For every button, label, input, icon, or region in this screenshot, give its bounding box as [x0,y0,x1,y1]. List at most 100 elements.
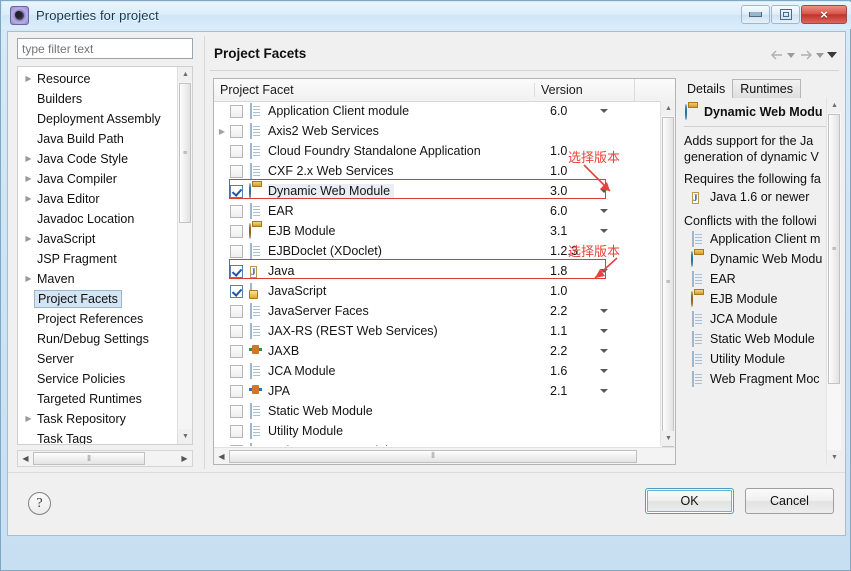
table-row[interactable]: Web Fragment Module 3.0 [214,441,659,446]
version-dropdown-caret-icon[interactable] [600,189,608,193]
expand-arrow-icon[interactable]: ▶ [22,155,35,163]
table-row[interactable]: EJBDoclet (XDoclet) 1.2.3 [214,241,659,261]
sidebar-item-run-debug-settings[interactable]: Run/Debug Settings [18,329,176,349]
facet-checkbox[interactable] [230,324,243,338]
table-horizontal-scrollbar[interactable]: ◀ ⦀ [214,447,675,464]
table-row[interactable]: Cloud Foundry Standalone Application 1.0 [214,141,659,161]
table-row[interactable]: Utility Module [214,421,659,441]
expand-arrow-icon[interactable]: ▶ [22,235,35,243]
facet-checkbox[interactable] [230,224,243,238]
sidebar-item-java-code-style[interactable]: ▶ Java Code Style [18,149,176,169]
facet-checkbox[interactable] [230,424,243,438]
table-hscroll-track[interactable]: ⦀ [229,449,675,464]
version-dropdown-caret-icon[interactable] [600,349,608,353]
table-row[interactable]: CXF 2.x Web Services 1.0 [214,161,659,181]
cancel-button[interactable]: Cancel [745,488,834,514]
tab-details[interactable]: Details [680,79,733,98]
sidebar-item-task-tags[interactable]: Task Tags [18,429,176,444]
facet-checkbox[interactable] [230,264,243,278]
table-hscroll-thumb[interactable]: ⦀ [229,449,637,463]
facet-checkbox[interactable] [230,344,243,358]
table-scroll-down-icon[interactable]: ▼ [661,431,675,446]
table-vertical-scrollbar[interactable]: ▲ ≡ ▼ [660,101,675,447]
table-row[interactable]: Application Client module 6.0 [214,101,659,121]
details-vertical-scrollbar[interactable]: ▲ ≡ ▼ [826,98,841,465]
sidebar-item-maven[interactable]: ▶ Maven [18,269,176,289]
facet-checkbox[interactable] [230,444,243,446]
facet-checkbox[interactable] [230,164,243,178]
expand-arrow-icon[interactable]: ▶ [214,127,230,136]
table-row[interactable]: ▶ Axis2 Web Services [214,121,659,141]
table-scroll-thumb[interactable]: ≡ [662,117,674,447]
forward-arrow-icon[interactable] [798,48,813,62]
table-row[interactable]: J Java 1.8 [214,261,659,281]
filter-input[interactable] [17,38,193,59]
sidebar-horizontal-scrollbar[interactable]: ◀ ⦀ ▶ [17,450,193,467]
table-row[interactable]: Dynamic Web Module 3.0 [214,181,659,201]
scroll-right-icon[interactable]: ▶ [177,451,192,466]
sidebar-item-project-facets[interactable]: Project Facets [18,289,176,309]
sidebar-item-project-references[interactable]: Project References [18,309,176,329]
back-arrow-icon[interactable] [769,48,784,62]
sidebar-item-targeted-runtimes[interactable]: Targeted Runtimes [18,389,176,409]
expand-arrow-icon[interactable]: ▶ [22,275,35,283]
expand-arrow-icon[interactable]: ▶ [22,75,35,83]
sidebar-item-task-repository[interactable]: ▶ Task Repository [18,409,176,429]
scroll-left-icon[interactable]: ◀ [18,451,33,466]
sidebar-item-java-compiler[interactable]: ▶ Java Compiler [18,169,176,189]
version-dropdown-caret-icon[interactable] [600,329,608,333]
facet-checkbox[interactable] [230,284,243,298]
expand-arrow-icon[interactable]: ▶ [22,175,35,183]
sidebar-item-builders[interactable]: Builders [18,89,176,109]
table-row[interactable]: EJB Module 3.1 [214,221,659,241]
version-dropdown-caret-icon[interactable] [600,209,608,213]
sidebar-item-jsp-fragment[interactable]: JSP Fragment [18,249,176,269]
ok-button[interactable]: OK [645,488,734,514]
sidebar-hscroll-thumb[interactable]: ⦀ [33,452,145,465]
table-row[interactable]: JavaServer Faces 2.2 [214,301,659,321]
facet-checkbox[interactable] [230,124,243,138]
table-scroll-up-icon[interactable]: ▲ [661,101,675,116]
close-button[interactable]: × [801,5,847,24]
facet-checkbox[interactable] [230,184,243,198]
table-scroll-left-icon[interactable]: ◀ [214,449,229,464]
table-row[interactable]: JCA Module 1.6 [214,361,659,381]
table-row[interactable]: JAXB 2.2 [214,341,659,361]
facet-checkbox[interactable] [230,404,243,418]
sidebar-item-service-policies[interactable]: Service Policies [18,369,176,389]
maximize-button[interactable] [771,5,800,24]
sidebar-vertical-scrollbar[interactable]: ▲ ≡ ▼ [177,67,192,444]
sidebar-item-server[interactable]: Server [18,349,176,369]
tab-runtimes[interactable]: Runtimes [732,79,802,98]
sidebar-item-javadoc-location[interactable]: Javadoc Location [18,209,176,229]
facet-checkbox[interactable] [230,384,243,398]
facet-checkbox[interactable] [230,244,243,258]
facet-checkbox[interactable] [230,104,243,118]
table-row[interactable]: Static Web Module [214,401,659,421]
scroll-up-icon[interactable]: ▲ [178,67,192,82]
minimize-button[interactable] [741,5,770,24]
menu-caret-icon[interactable] [827,52,837,58]
version-dropdown-caret-icon[interactable] [600,369,608,373]
table-row[interactable]: JavaScript 1.0 [214,281,659,301]
version-dropdown-caret-icon[interactable] [600,269,608,273]
details-scroll-up-icon[interactable]: ▲ [827,98,841,113]
version-dropdown-caret-icon[interactable] [600,229,608,233]
sidebar-scroll-thumb[interactable]: ≡ [179,83,191,223]
table-row[interactable]: EAR 6.0 [214,201,659,221]
back-dropdown-caret-icon[interactable] [787,52,795,58]
forward-dropdown-caret-icon[interactable] [816,52,824,58]
facet-checkbox[interactable] [230,204,243,218]
column-header-facet[interactable]: Project Facet [214,83,534,97]
column-header-version[interactable]: Version [534,83,634,97]
facet-checkbox[interactable] [230,144,243,158]
facet-checkbox[interactable] [230,304,243,318]
scroll-down-icon[interactable]: ▼ [178,429,192,444]
version-dropdown-caret-icon[interactable] [600,389,608,393]
sidebar-item-resource[interactable]: ▶ Resource [18,69,176,89]
sidebar-item-java-build-path[interactable]: Java Build Path [18,129,176,149]
details-scroll-down-icon[interactable]: ▼ [827,450,841,465]
version-dropdown-caret-icon[interactable] [600,109,608,113]
table-row[interactable]: JAX-RS (REST Web Services) 1.1 [214,321,659,341]
sidebar-item-javascript[interactable]: ▶ JavaScript [18,229,176,249]
